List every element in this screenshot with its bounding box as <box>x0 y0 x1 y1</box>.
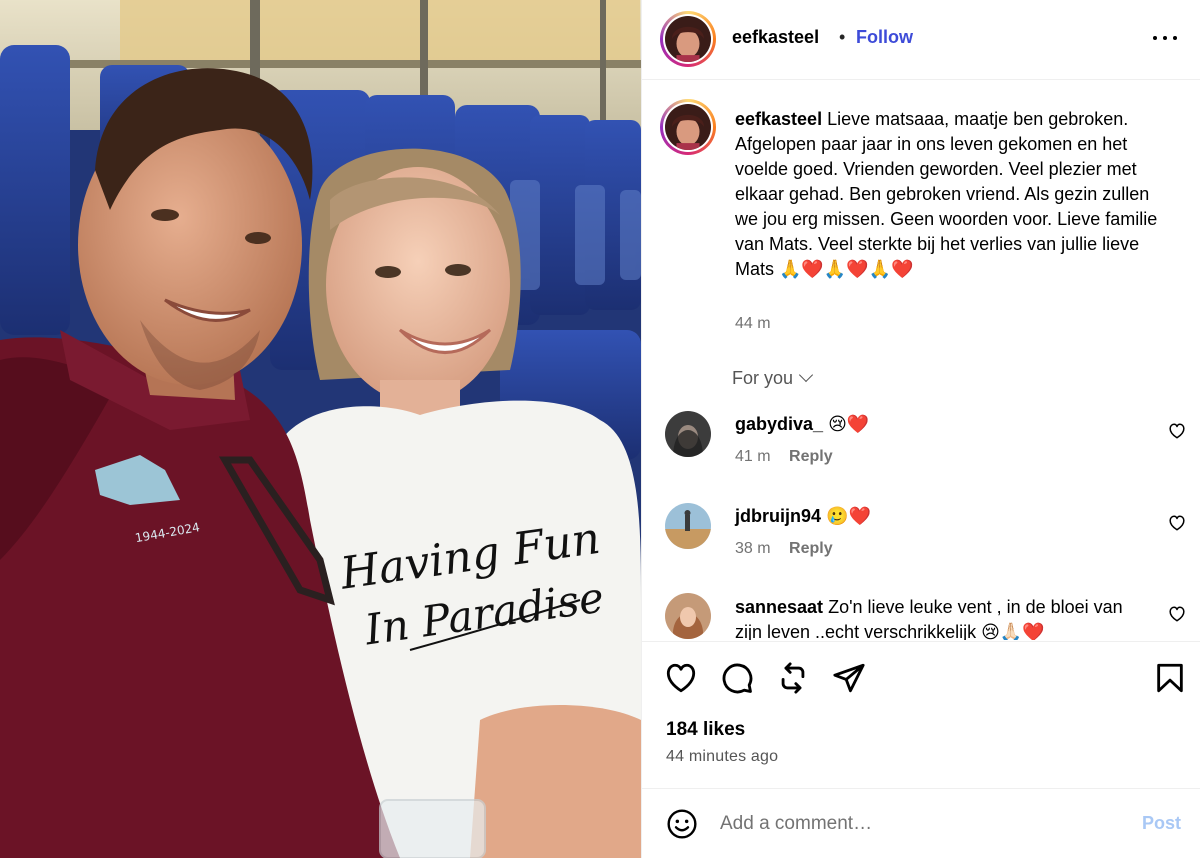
follow-button[interactable]: Follow <box>856 27 913 48</box>
post-actions: 184 likes 44 minutes ago <box>642 641 1200 787</box>
heart-icon[interactable] <box>664 661 698 695</box>
repost-icon[interactable] <box>776 661 810 695</box>
comment-icon[interactable] <box>720 661 754 695</box>
likes-count[interactable]: 184 likes <box>666 719 745 741</box>
bookmark-icon[interactable] <box>1153 661 1187 695</box>
caption-avatar-image <box>665 104 711 150</box>
separator-dot: • <box>839 27 846 47</box>
comment-sort-label: For you <box>732 368 794 388</box>
commenter-username[interactable]: sannesaat <box>735 597 823 617</box>
comment-item: sannesaat Zo'n lieve leuke vent , in de … <box>642 593 1200 640</box>
commenter-avatar[interactable] <box>665 593 711 639</box>
reply-button[interactable]: Reply <box>789 448 833 465</box>
comment-text: jdbruijn94 🥲❤️ <box>735 504 1145 529</box>
author-avatar[interactable] <box>660 11 716 67</box>
comment-text: gabydiva_ 😢❤️ <box>735 412 1145 437</box>
comment-time: 41 m <box>735 448 771 465</box>
commenter-avatar-image <box>665 593 711 639</box>
heart-outline-icon[interactable] <box>1168 605 1186 623</box>
reply-button[interactable]: Reply <box>789 540 833 557</box>
caption-avatar[interactable] <box>660 99 716 155</box>
post-comment-button[interactable]: Post <box>1142 813 1181 834</box>
more-icon[interactable] <box>1151 22 1179 50</box>
comment-time: 38 m <box>735 540 771 557</box>
comment-body: 😢❤️ <box>828 414 870 434</box>
commenter-avatar[interactable] <box>665 411 711 457</box>
chevron-down-icon <box>798 367 814 383</box>
commenter-avatar-image <box>665 411 711 457</box>
comments-section[interactable]: eefkasteel Lieve matsaaa, maatje ben geb… <box>642 81 1200 640</box>
heart-outline-icon[interactable] <box>1168 422 1186 440</box>
comment-sort-dropdown[interactable]: For you <box>732 367 814 389</box>
comment-composer: Post <box>642 788 1200 858</box>
commenter-avatar-image <box>665 503 711 549</box>
caption-body: Lieve matsaaa, maatje ben gebroken. Afge… <box>735 109 1158 279</box>
author-avatar-image <box>665 16 711 62</box>
post-image: Having Fun In Paradise 1944-2024 <box>0 0 641 858</box>
caption-text: eefkasteel Lieve matsaaa, maatje ben geb… <box>735 107 1175 282</box>
comment-input[interactable] <box>720 809 1100 839</box>
send-icon[interactable] <box>832 661 866 695</box>
comment-item: jdbruijn94 🥲❤️ 38 m Reply <box>642 500 1200 580</box>
comment-body: 🥲❤️ <box>826 506 871 526</box>
comment-item: gabydiva_ 😢❤️ 41 m Reply <box>642 408 1200 488</box>
post-photo: Having Fun In Paradise 1944-2024 <box>0 0 641 858</box>
comment-text: sannesaat Zo'n lieve leuke vent , in de … <box>735 595 1145 640</box>
caption-timestamp: 44 m <box>735 315 771 332</box>
post-timestamp: 44 minutes ago <box>666 748 779 765</box>
emoji-icon[interactable] <box>666 808 698 840</box>
comment-meta: 41 m Reply <box>735 448 833 466</box>
commenter-avatar[interactable] <box>665 503 711 549</box>
post-panel: eefkasteel • Follow eefkasteel Lieve mat… <box>641 0 1200 858</box>
commenter-username[interactable]: gabydiva_ <box>735 414 823 434</box>
heart-outline-icon[interactable] <box>1168 514 1186 532</box>
comment-meta: 38 m Reply <box>735 540 833 558</box>
caption-username[interactable]: eefkasteel <box>735 109 822 129</box>
commenter-username[interactable]: jdbruijn94 <box>735 506 821 526</box>
author-username[interactable]: eefkasteel <box>732 27 819 48</box>
post-header: eefkasteel • Follow <box>642 0 1200 80</box>
